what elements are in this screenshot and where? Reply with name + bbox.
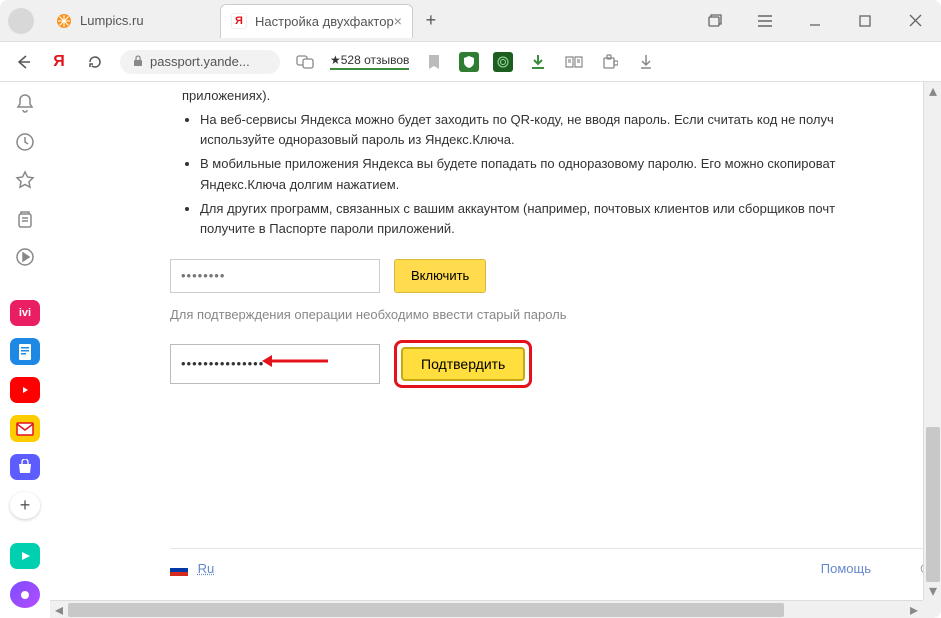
scroll-down-icon[interactable]: ▾	[924, 582, 941, 600]
store-tile[interactable]	[10, 454, 40, 481]
bullet-text: Яндекс.Ключа долгим нажатием.	[200, 177, 399, 192]
reviews-badge[interactable]: ★528 отзывов	[330, 51, 409, 73]
favicon-lumpics	[56, 13, 72, 29]
scroll-left-icon[interactable]: ◂	[50, 601, 68, 618]
vertical-scrollbar[interactable]: ▴ ▾	[923, 82, 941, 600]
enable-row: Включить	[170, 259, 941, 293]
titlebar: Lumpics.ru Я Настройка двухфактор × +	[0, 0, 941, 42]
confirm-hint: Для подтверждения операции необходимо вв…	[170, 307, 941, 322]
tabs-overview-icon[interactable]	[697, 6, 733, 36]
downloads-icon[interactable]	[635, 51, 657, 73]
scroll-thumb-h[interactable]	[68, 603, 784, 617]
tab-label: Lumpics.ru	[80, 13, 144, 28]
bookmark-icon[interactable]	[423, 51, 445, 73]
scroll-corner	[923, 600, 941, 618]
ivi-tile[interactable]: ivi	[10, 300, 40, 327]
bullet-text: получите в Паспорте пароли приложений.	[200, 221, 455, 236]
music-tile[interactable]	[10, 543, 40, 570]
youtube-tile[interactable]	[10, 377, 40, 404]
extensions-icon[interactable]	[599, 51, 621, 73]
profile-avatar[interactable]	[8, 8, 34, 34]
bullet-text: На веб-сервисы Яндекса можно будет заход…	[200, 112, 834, 127]
page-footer: Ru Помощь © 2	[170, 548, 941, 576]
docs-tile[interactable]	[10, 338, 40, 365]
mail-tile[interactable]	[10, 415, 40, 442]
bullet-tail: приложениях).	[182, 88, 270, 103]
bullet-text: Для других программ, связанных с вашим а…	[200, 201, 835, 216]
translate-icon[interactable]	[294, 51, 316, 73]
confirm-row: Подтвердить	[170, 340, 941, 388]
maximize-icon[interactable]	[847, 6, 883, 36]
add-tile[interactable]: +	[10, 492, 40, 519]
bullet-text: используйте одноразовый пароль из Яндекс…	[200, 132, 515, 147]
download-ext-icon[interactable]	[527, 51, 549, 73]
tab-lumpics[interactable]: Lumpics.ru	[46, 4, 216, 38]
confirm-highlight: Подтвердить	[394, 340, 532, 388]
tab-label: Настройка двухфактор	[255, 14, 394, 29]
alice-tile[interactable]	[10, 581, 40, 608]
scroll-thumb-v[interactable]	[926, 427, 940, 582]
reader-ext-icon[interactable]	[563, 51, 585, 73]
window-controls	[697, 6, 933, 36]
address-bar: Я passport.yande... ★528 отзывов	[0, 42, 941, 82]
password-input-1[interactable]	[170, 259, 380, 293]
content-row: ivi + п	[0, 82, 941, 618]
url-box[interactable]: passport.yande...	[120, 50, 280, 74]
info-bullets: приложениях). На веб-сервисы Яндекса мож…	[170, 86, 941, 239]
flag-ru-icon	[170, 564, 188, 576]
close-window-icon[interactable]	[897, 6, 933, 36]
page-area: приложениях). На веб-сервисы Яндекса мож…	[50, 82, 941, 618]
horizontal-scrollbar[interactable]: ◂ ▸	[50, 600, 923, 618]
yandex-home-icon[interactable]: Я	[48, 51, 70, 73]
page-content: приложениях). На веб-сервисы Яндекса мож…	[50, 86, 941, 388]
tab-yandex-passport[interactable]: Я Настройка двухфактор ×	[220, 4, 413, 38]
play-rail-icon[interactable]	[10, 244, 40, 271]
history-icon[interactable]	[10, 129, 40, 156]
url-text: passport.yande...	[150, 54, 250, 69]
reload-icon[interactable]	[84, 51, 106, 73]
confirm-button[interactable]: Подтвердить	[401, 347, 525, 381]
left-rail: ivi +	[0, 82, 50, 618]
scroll-right-icon[interactable]: ▸	[905, 601, 923, 618]
bookmarks-rail-icon[interactable]	[10, 167, 40, 194]
bullet-text: В мобильные приложения Яндекса вы будете…	[200, 156, 835, 171]
new-tab-button[interactable]: +	[417, 7, 445, 35]
back-icon[interactable]	[12, 51, 34, 73]
shield-ext-icon[interactable]	[459, 52, 479, 72]
help-link[interactable]: Помощь	[821, 561, 871, 576]
collections-icon[interactable]	[10, 206, 40, 233]
scroll-up-icon[interactable]: ▴	[924, 82, 941, 100]
menu-icon[interactable]	[747, 6, 783, 36]
minimize-icon[interactable]	[797, 6, 833, 36]
browser-window: Lumpics.ru Я Настройка двухфактор × +	[0, 0, 941, 618]
lang-switch[interactable]: Ru	[170, 561, 214, 576]
notifications-icon[interactable]	[10, 90, 40, 117]
close-tab-icon[interactable]: ×	[394, 13, 402, 29]
enable-button[interactable]: Включить	[394, 259, 486, 293]
target-ext-icon[interactable]	[493, 52, 513, 72]
password-input-2[interactable]	[170, 344, 380, 384]
lock-icon	[132, 54, 144, 70]
favicon-yandex: Я	[231, 13, 247, 29]
